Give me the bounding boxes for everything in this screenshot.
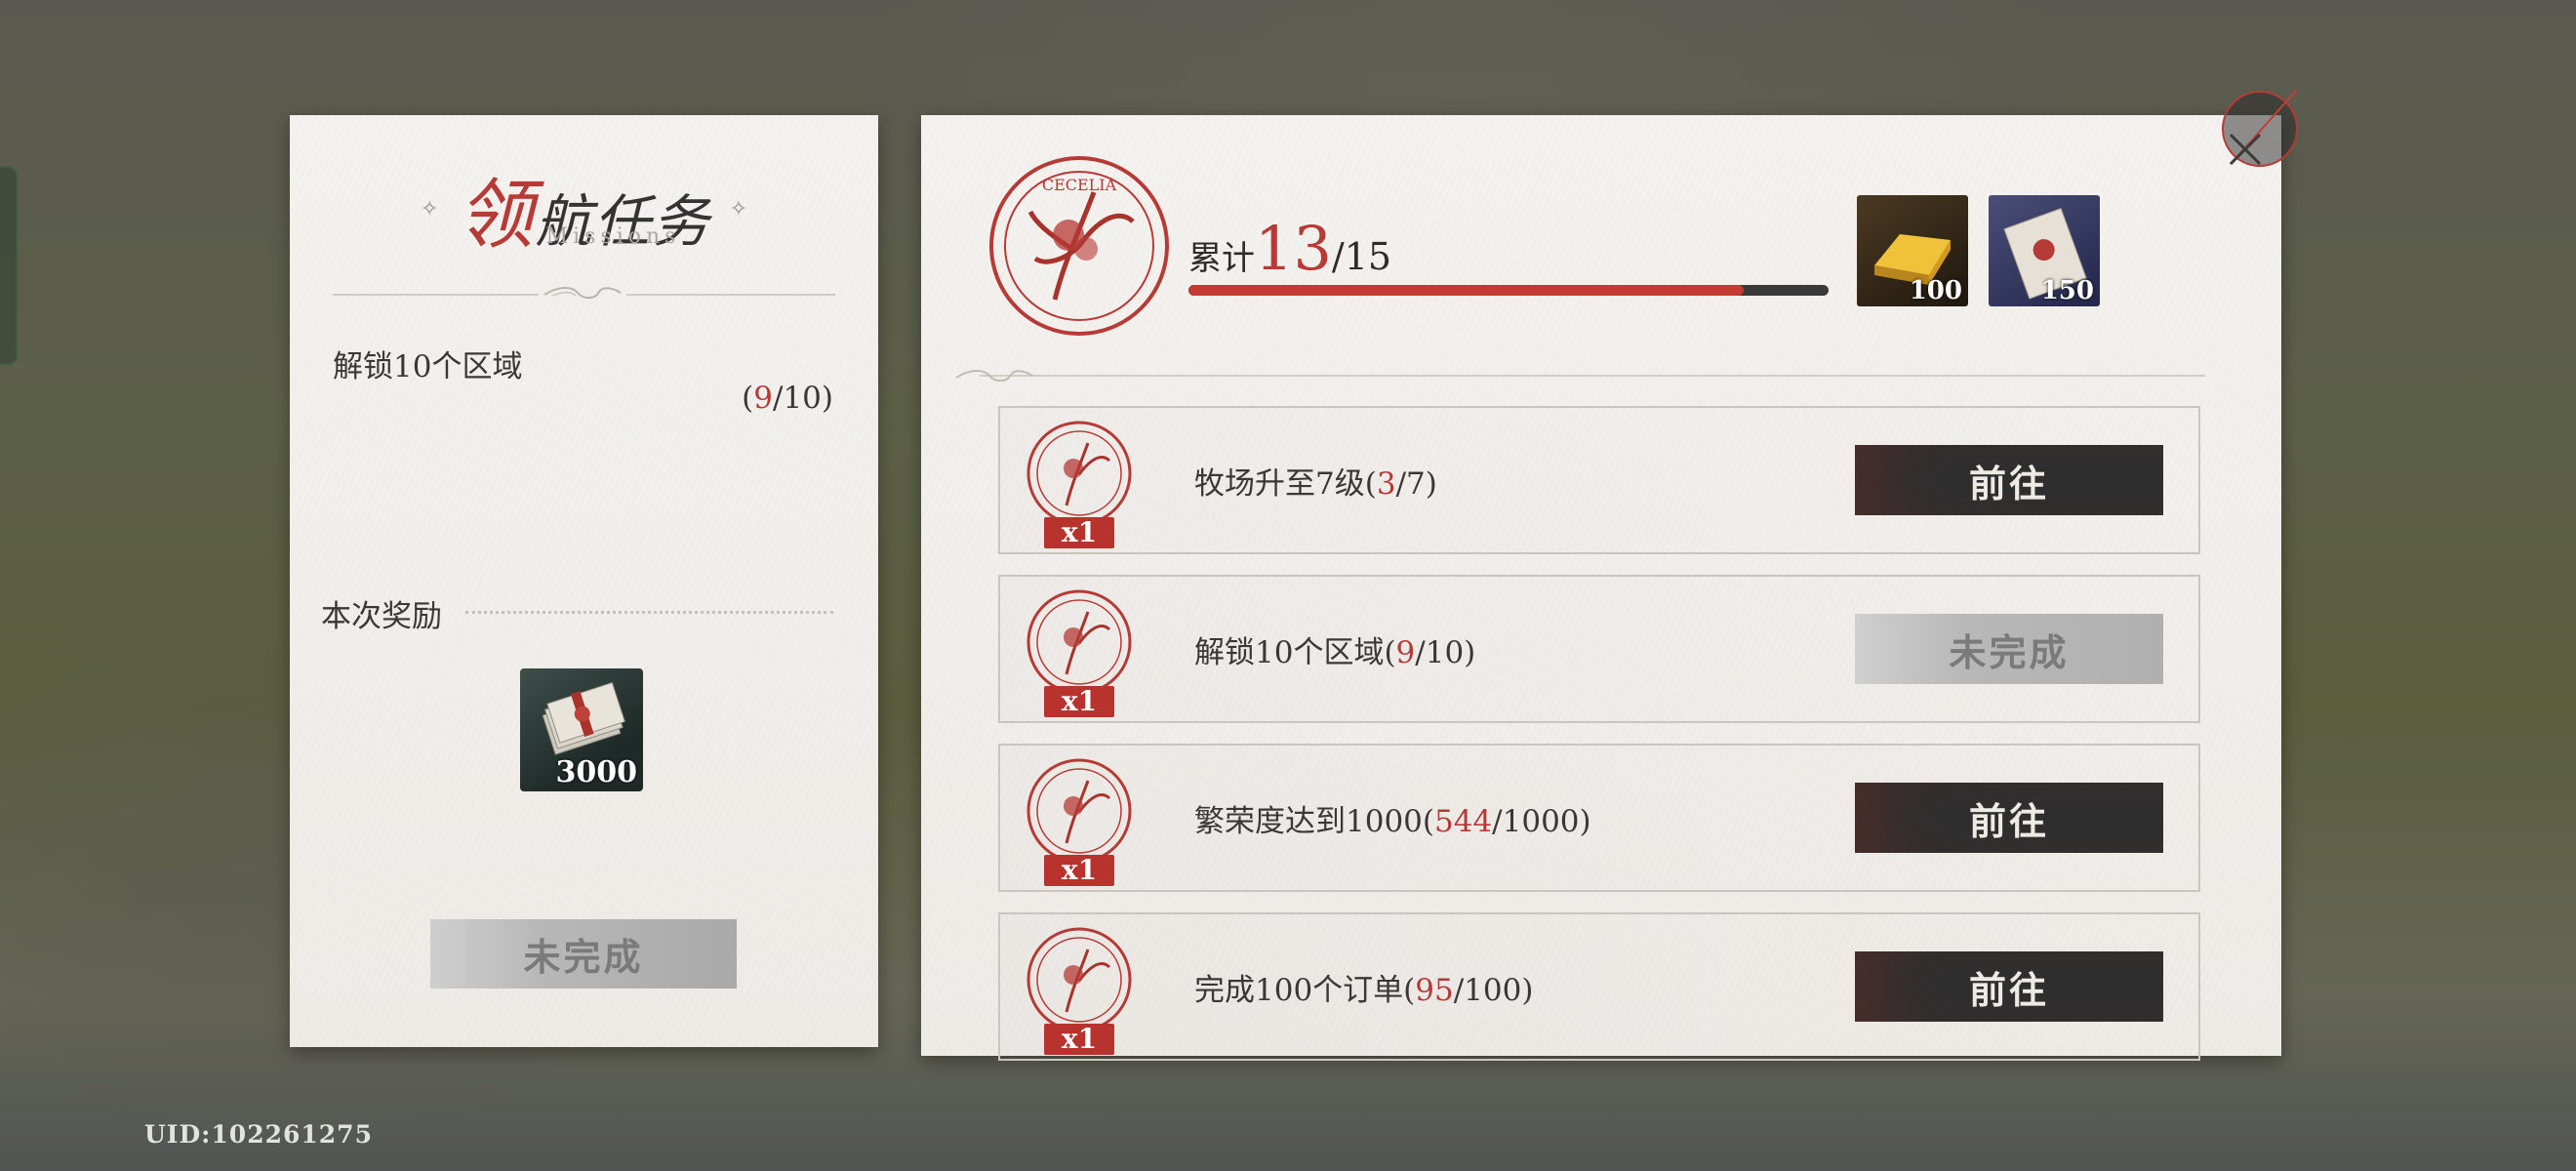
reward-count-badge: x1 bbox=[1044, 686, 1114, 717]
incomplete-button[interactable]: 未完成 bbox=[430, 919, 737, 989]
incomplete-button[interactable]: 未完成 bbox=[1855, 614, 2163, 684]
mission-item: x1 繁荣度达到1000(544/1000) 前往 bbox=[998, 744, 2200, 892]
swirl-ornament-icon bbox=[539, 282, 626, 303]
mission-text: 繁荣度达到1000(544/1000) bbox=[1194, 804, 1591, 839]
reward-item[interactable]: 3000 bbox=[520, 668, 643, 791]
total-progress-label: 累计13/15 bbox=[1188, 213, 1392, 284]
side-tab[interactable] bbox=[0, 166, 18, 365]
cecelia-seal-icon bbox=[1026, 758, 1132, 864]
mission-progress: (9/10) bbox=[742, 381, 833, 416]
reward-label: 本次奖励 bbox=[321, 599, 442, 634]
sparkle-icon: ✧ bbox=[729, 196, 748, 222]
go-button[interactable]: 前往 bbox=[1855, 951, 2163, 1022]
svg-text:CECELIA: CECELIA bbox=[1042, 176, 1117, 194]
mission-item: x1 牧场升至7级(3/7) 前往 bbox=[998, 406, 2200, 554]
cecelia-seal-icon bbox=[1026, 589, 1132, 695]
reward-count-badge: x1 bbox=[1044, 855, 1114, 886]
mission-name: 解锁10个区域 bbox=[333, 349, 523, 384]
reward-count-badge: x1 bbox=[1044, 517, 1114, 548]
go-button[interactable]: 前往 bbox=[1855, 445, 2163, 515]
cecelia-seal-icon bbox=[1026, 421, 1132, 526]
mission-text: 解锁10个区域(9/10) bbox=[1194, 635, 1476, 670]
title-subtitle: Missions bbox=[545, 224, 681, 249]
cecelia-seal-icon bbox=[1026, 927, 1132, 1032]
mission-text: 完成100个订单(95/100) bbox=[1194, 973, 1534, 1008]
milestone-reward-gold[interactable]: 100 bbox=[1857, 195, 1968, 306]
go-button[interactable]: 前往 bbox=[1855, 783, 2163, 853]
total-progress-bar bbox=[1188, 285, 1829, 296]
mission-list[interactable]: x1 牧场升至7级(3/7) 前往 x1 解锁10个区域(9/10) 未完成 x… bbox=[998, 406, 2204, 1113]
milestone-reward-letter[interactable]: 150 bbox=[1989, 195, 2100, 306]
close-button[interactable] bbox=[2225, 129, 2266, 170]
user-id: UID:102261275 bbox=[144, 1120, 373, 1149]
dotted-divider bbox=[465, 611, 833, 614]
reward-count-badge: x1 bbox=[1044, 1024, 1114, 1055]
cecelia-seal-icon: CECELIA bbox=[989, 156, 1169, 336]
mission-item: x1 完成100个订单(95/100) 前往 bbox=[998, 912, 2200, 1061]
mission-text: 牧场升至7级(3/7) bbox=[1194, 466, 1437, 502]
mission-detail-panel: ✧ 领航任务 ✧ Missions 解锁10个区域 (9/10) 本次奖励 30… bbox=[290, 115, 892, 1047]
mission-list-panel: CECELIA 累计13/15 100 150 x1 牧场升至7级(3/7) 前… bbox=[921, 89, 2298, 1061]
progress-fill bbox=[1188, 285, 1744, 296]
sparkle-icon: ✧ bbox=[420, 196, 439, 222]
divider bbox=[980, 375, 2205, 377]
mission-item: x1 解锁10个区域(9/10) 未完成 bbox=[998, 575, 2200, 723]
reward-quantity: 3000 bbox=[555, 755, 638, 789]
close-icon bbox=[2229, 133, 2262, 166]
swirl-ornament-icon bbox=[955, 370, 1033, 383]
cash-bundle-icon bbox=[542, 682, 625, 755]
